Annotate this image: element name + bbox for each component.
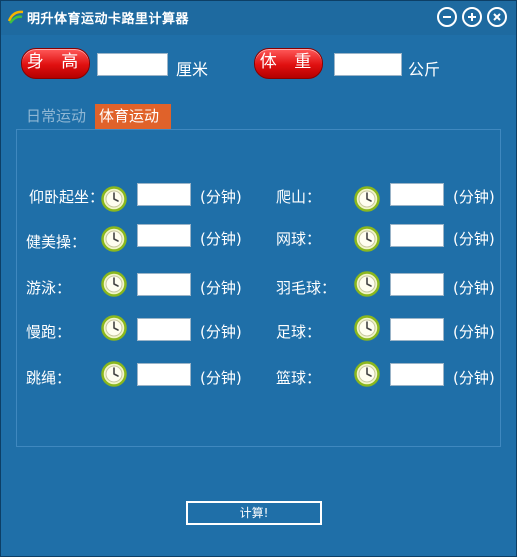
sport-label: 游泳： xyxy=(26,279,72,297)
clock-icon[interactable] xyxy=(354,186,380,212)
sport-label: 足球： xyxy=(276,323,322,341)
minute-unit: (分钟) xyxy=(453,279,495,297)
minutes-input[interactable] xyxy=(390,318,444,341)
sport-label: 慢跑： xyxy=(26,323,72,341)
clock-icon[interactable] xyxy=(101,226,127,252)
height-button[interactable]: 身 高 xyxy=(21,48,90,79)
tab-daily-exercise[interactable]: 日常运动 xyxy=(22,104,90,129)
maximize-button[interactable] xyxy=(462,7,482,27)
minimize-button[interactable] xyxy=(437,7,457,27)
height-input[interactable] xyxy=(97,53,168,76)
minutes-input[interactable] xyxy=(137,363,191,386)
clock-icon[interactable] xyxy=(101,271,127,297)
minute-unit: (分钟) xyxy=(200,369,242,387)
sport-label: 篮球： xyxy=(276,369,322,387)
minimize-icon xyxy=(443,16,451,18)
height-unit: 厘米 xyxy=(176,60,209,79)
minute-unit: (分钟) xyxy=(200,279,242,297)
minutes-input[interactable] xyxy=(137,318,191,341)
app-logo-icon xyxy=(7,10,24,24)
maximize-icon xyxy=(468,13,476,21)
sport-label: 仰卧起坐： xyxy=(29,188,105,206)
clock-icon[interactable] xyxy=(101,315,127,341)
minute-unit: (分钟) xyxy=(453,230,495,248)
clock-icon[interactable] xyxy=(354,271,380,297)
minutes-input[interactable] xyxy=(390,273,444,296)
minute-unit: (分钟) xyxy=(453,369,495,387)
close-icon xyxy=(493,13,501,21)
sport-label: 爬山： xyxy=(276,188,322,206)
minute-unit: (分钟) xyxy=(453,323,495,341)
minute-unit: (分钟) xyxy=(200,188,242,206)
minutes-input[interactable] xyxy=(390,363,444,386)
minutes-input[interactable] xyxy=(137,183,191,206)
sport-label: 羽毛球： xyxy=(276,279,337,297)
window-title: 明升体育运动卡路里计算器 xyxy=(27,12,190,27)
app-window: 明升体育运动卡路里计算器 身 高 厘米 体 重 公斤 日常运动 体育运动 仰卧起… xyxy=(0,0,517,557)
clock-icon[interactable] xyxy=(354,226,380,252)
tab-sports[interactable]: 体育运动 xyxy=(95,104,171,129)
close-button[interactable] xyxy=(487,7,507,27)
title-bar: 明升体育运动卡路里计算器 xyxy=(1,1,516,35)
sport-label: 跳绳： xyxy=(26,369,72,387)
weight-unit: 公斤 xyxy=(408,60,441,79)
minutes-input[interactable] xyxy=(137,273,191,296)
clock-icon[interactable] xyxy=(101,186,127,212)
clock-icon[interactable] xyxy=(101,361,127,387)
minutes-input[interactable] xyxy=(390,224,444,247)
sport-label: 网球： xyxy=(276,230,322,248)
weight-input[interactable] xyxy=(334,53,402,76)
weight-button[interactable]: 体 重 xyxy=(254,48,323,79)
minutes-input[interactable] xyxy=(137,224,191,247)
calculate-button[interactable]: 计算! xyxy=(186,501,322,525)
minutes-input[interactable] xyxy=(390,183,444,206)
sport-label: 健美操： xyxy=(26,233,87,251)
clock-icon[interactable] xyxy=(354,315,380,341)
minute-unit: (分钟) xyxy=(453,188,495,206)
minute-unit: (分钟) xyxy=(200,323,242,341)
clock-icon[interactable] xyxy=(354,361,380,387)
minute-unit: (分钟) xyxy=(200,230,242,248)
